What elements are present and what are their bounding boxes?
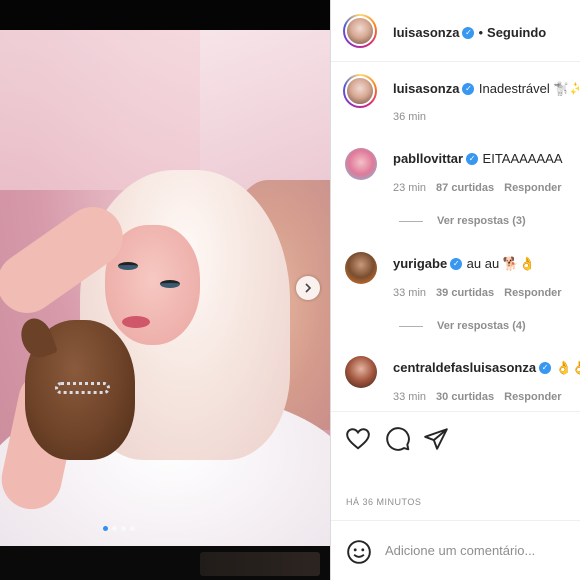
emoji-icon[interactable] <box>346 539 372 565</box>
comment-time: 23 min <box>393 182 427 194</box>
comment-text: 👌👌 <box>555 360 580 375</box>
instagram-post-view: luisasonza ✓ • Seguindo luisasonza ✓ Inadest… <box>0 0 580 580</box>
view-replies-button[interactable]: Ver respostas (4) <box>399 320 580 332</box>
comment-likes[interactable]: 87 curtidas <box>436 182 494 194</box>
view-replies-label: Ver respostas (4) <box>437 320 526 332</box>
comment-likes[interactable]: 30 curtidas <box>436 391 494 403</box>
top-bar <box>0 0 330 30</box>
reply-button[interactable]: Responder <box>504 391 561 403</box>
send-icon[interactable] <box>423 426 449 452</box>
verified-icon: ✓ <box>450 257 463 270</box>
post-photo[interactable] <box>0 30 330 546</box>
caption-avatar[interactable] <box>343 74 377 108</box>
dog-collar <box>55 382 110 394</box>
carousel-dots <box>103 526 135 531</box>
verified-icon: ✓ <box>466 152 479 165</box>
comment-icon[interactable] <box>385 426 411 452</box>
heart-icon[interactable] <box>345 426 371 452</box>
comment-time: 33 min <box>393 287 427 299</box>
lips <box>122 316 150 328</box>
comment-username[interactable]: centraldefasluisasonza <box>393 360 536 375</box>
eye-right <box>160 280 180 288</box>
reply-button[interactable]: Responder <box>504 182 561 194</box>
bottom-strip <box>0 546 330 580</box>
reply-button[interactable]: Responder <box>504 287 561 299</box>
comment-avatar[interactable] <box>345 148 377 180</box>
follow-status-button[interactable]: Seguindo <box>487 25 546 40</box>
verified-icon: ✓ <box>539 361 552 374</box>
comment-input[interactable]: Adicione um comentário... <box>385 543 535 558</box>
caption-username[interactable]: luisasonza <box>393 81 459 96</box>
view-replies-button[interactable]: Ver respostas (3) <box>399 215 580 227</box>
post-side-panel: luisasonza ✓ • Seguindo luisasonza ✓ Inadest… <box>330 0 580 580</box>
comment-avatar[interactable] <box>345 252 377 284</box>
comment-text: EITAAAAAAA <box>482 151 563 166</box>
author-avatar[interactable] <box>343 14 377 48</box>
post-header: luisasonza ✓ • Seguindo <box>331 0 580 62</box>
eye-left <box>118 262 138 270</box>
comment-time: 33 min <box>393 391 427 403</box>
comment-text: au au 🐕👌 <box>466 256 536 271</box>
carousel-dot <box>103 526 108 531</box>
comment-box: Adicione um comentário... <box>331 520 580 580</box>
verified-icon: ✓ <box>462 26 475 39</box>
caption-time: 36 min <box>393 111 427 123</box>
carousel-dot <box>121 526 126 531</box>
verified-icon: ✓ <box>462 82 475 95</box>
carousel-next-button[interactable] <box>296 276 320 300</box>
comment-likes[interactable]: 39 curtidas <box>436 287 494 299</box>
comment-username[interactable]: pabllovittar <box>393 151 463 166</box>
post-actions <box>331 411 580 511</box>
carousel-dot <box>130 526 135 531</box>
comment-avatar[interactable] <box>345 356 377 388</box>
author-username[interactable]: luisasonza <box>393 25 459 40</box>
posted-time: HÁ 36 MINUTOS <box>346 497 422 507</box>
carousel-dot <box>112 526 117 531</box>
caption-text: Inadestrável 🐩✨ <box>478 81 579 96</box>
separator-dot: • <box>478 25 484 40</box>
comment-username[interactable]: yurigabe <box>393 256 447 271</box>
view-replies-label: Ver respostas (3) <box>437 215 526 227</box>
chevron-right-icon <box>305 283 312 293</box>
